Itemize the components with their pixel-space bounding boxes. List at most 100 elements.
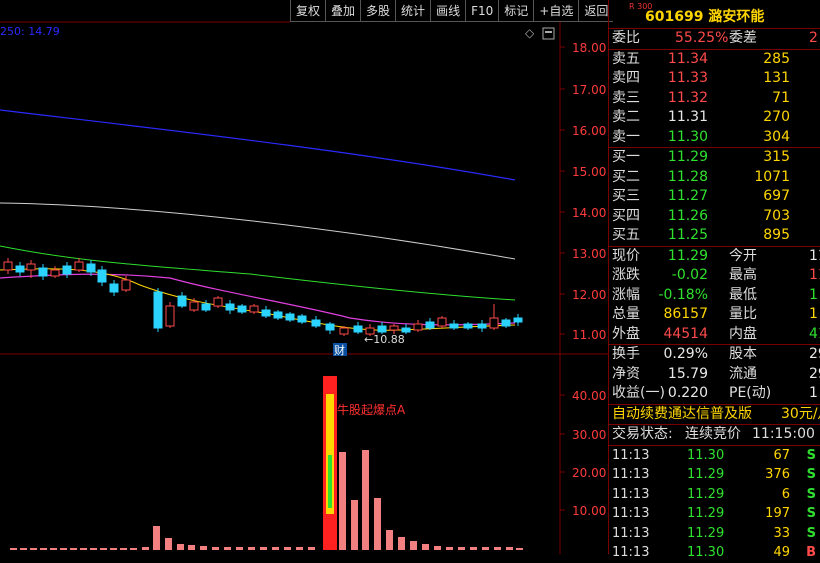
- quote-row: 外盘 44514 内盘 41: [609, 325, 820, 345]
- finance-event-marker[interactable]: 财: [334, 343, 345, 357]
- candle-body: [189, 301, 199, 311]
- quote-label-2: 今开: [729, 247, 757, 264]
- ask-volume: 131: [763, 70, 790, 86]
- tick-time: 11:13: [612, 506, 650, 521]
- volume-bar: [200, 546, 207, 550]
- volume-bar: [482, 547, 489, 550]
- ma250-label: 250: 14.79: [0, 25, 60, 38]
- volume-bar: [362, 450, 369, 550]
- ask-row[interactable]: 卖四 11.33 131: [609, 69, 820, 89]
- volume-bar: [458, 547, 465, 550]
- candle-body: [425, 321, 435, 329]
- bid-row[interactable]: 买五 11.25 895: [609, 226, 820, 246]
- tick-time: 11:13: [612, 545, 650, 560]
- candle-body: [153, 291, 163, 329]
- volume-bar: [516, 548, 523, 550]
- toolbar-button-0[interactable]: 复权: [290, 0, 326, 22]
- promo-price: 30元/月: [781, 405, 820, 422]
- bid-price: 11.27: [667, 188, 708, 204]
- promo-banner[interactable]: 自动续费通达信普及版 30元/月: [609, 405, 820, 425]
- ask-row[interactable]: 卖二 11.31 270: [609, 108, 820, 128]
- ask-level-label: 卖四: [612, 70, 640, 86]
- bid-row[interactable]: 买四 11.26 703: [609, 207, 820, 227]
- toolbar-button-5[interactable]: F10: [465, 0, 499, 22]
- quote-value: 86157: [663, 306, 708, 322]
- volume-bar: [153, 526, 160, 550]
- quote-label: 总量: [612, 306, 640, 322]
- volume-bar: [446, 547, 453, 550]
- candle-body: [449, 323, 459, 329]
- volume-bar: [248, 547, 255, 550]
- bid-price: 11.26: [667, 207, 708, 224]
- diamond-icon[interactable]: ◇: [525, 26, 535, 40]
- tick-price: 11.29: [687, 486, 725, 502]
- volume-bar: [10, 548, 17, 550]
- volume-bar: [506, 547, 513, 550]
- toolbar-button-3[interactable]: 统计: [395, 0, 431, 22]
- candle-body: [121, 279, 131, 291]
- candle-body: [401, 327, 411, 333]
- tick-price: 11.29: [687, 506, 725, 521]
- candle-body: [261, 309, 271, 317]
- candle-body: [3, 261, 13, 271]
- stock-title[interactable]: 601699 潞安环能: [645, 6, 764, 26]
- tick-row: 11:13 11.29 6 S: [609, 485, 820, 505]
- bid-row[interactable]: 买三 11.27 697: [609, 187, 820, 207]
- signal-annotation: 牛股起爆点A: [337, 402, 406, 417]
- tick-direction: S: [806, 447, 816, 463]
- candle-body: [50, 269, 60, 277]
- volume-bar: [284, 547, 291, 550]
- toolbar-button-4[interactable]: 画线: [430, 0, 466, 22]
- volume-bar: [296, 547, 303, 550]
- volume-tick-label: 30.00: [572, 428, 606, 442]
- ma60-line: [0, 245, 516, 301]
- fundamental-row: 净资 15.79 流通 29.: [609, 365, 820, 385]
- tick-time: 11:13: [612, 447, 650, 463]
- ma250-line: [0, 109, 516, 181]
- ask-price: 11.30: [667, 128, 708, 145]
- ask-volume: 71: [772, 89, 790, 106]
- volume-bar: [120, 548, 127, 550]
- candle-body: [437, 317, 447, 327]
- volume-bar: [308, 547, 315, 550]
- candle-body: [62, 265, 72, 275]
- toolbar-button-7[interactable]: +自选: [533, 0, 579, 22]
- volume-bar: [50, 548, 57, 550]
- ask-level-label: 卖五: [612, 50, 640, 67]
- volume-bar: [142, 547, 149, 550]
- volume-bar: [470, 547, 477, 550]
- bid-level-label: 买四: [612, 207, 640, 224]
- volume-bar: [80, 548, 87, 550]
- fund-label: 净资: [612, 365, 640, 382]
- candle-body: [15, 265, 25, 273]
- quote-row: 总量 86157 量比 1: [609, 305, 820, 325]
- volume-bar: [339, 452, 346, 550]
- quote-value: 44514: [663, 325, 708, 342]
- volume-bar: [165, 538, 172, 550]
- tick-direction: S: [806, 467, 816, 482]
- ratio-label: 委比: [612, 30, 640, 46]
- kline-chart[interactable]: 250: 14.79 ◇ 18.00 17.00 16.00 15.00 14.00 13…: [0, 0, 608, 554]
- price-tick-label: 13.00: [572, 247, 606, 261]
- window-toggle-icon[interactable]: [542, 27, 555, 40]
- volume-bar: [422, 544, 429, 550]
- bid-level-label: 买二: [612, 168, 640, 185]
- ask-row[interactable]: 卖一 11.30 304: [609, 128, 820, 148]
- fund-value: 0.220: [667, 385, 708, 401]
- toolbar-button-6[interactable]: 标记: [498, 0, 534, 22]
- tick-row: 11:13 11.30 67 S: [609, 446, 820, 466]
- ask-price: 11.31: [667, 109, 708, 125]
- candle-body: [285, 313, 295, 321]
- fund-value-2: 29.: [809, 365, 820, 382]
- ask-row[interactable]: 卖五 11.34 285: [609, 50, 820, 70]
- bid-row[interactable]: 买二 11.28 1071: [609, 168, 820, 188]
- toolbar-button-1[interactable]: 叠加: [325, 0, 361, 22]
- toolbar-button-2[interactable]: 多股: [360, 0, 396, 22]
- candle-body: [513, 317, 523, 323]
- ask-row[interactable]: 卖三 11.32 71: [609, 89, 820, 109]
- volume-tick-label: 20.00: [572, 466, 606, 480]
- volume-tick-label: 10.00: [572, 504, 606, 518]
- bid-volume: 1071: [754, 168, 790, 185]
- bid-row[interactable]: 买一 11.29 315: [609, 148, 820, 168]
- tick-row: 11:13 11.29 33 S: [609, 524, 820, 544]
